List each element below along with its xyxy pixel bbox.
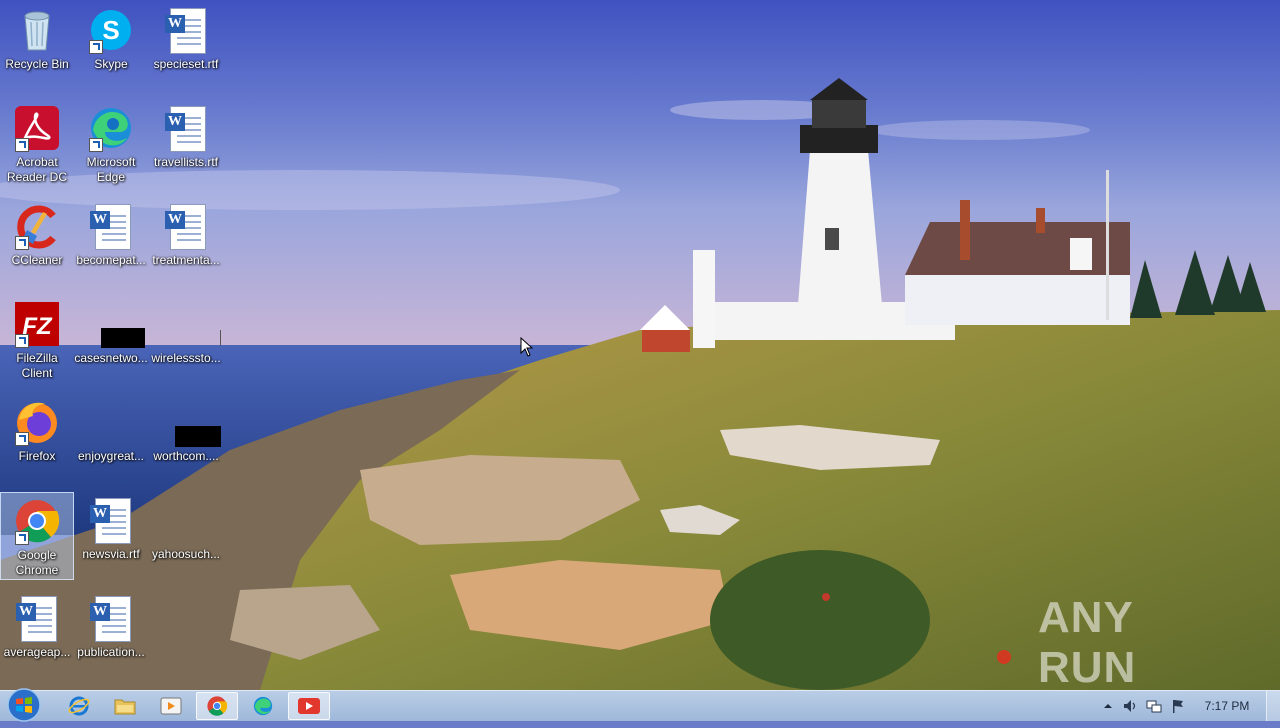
word-document-icon: W: [162, 104, 210, 152]
show-desktop-button[interactable]: [1266, 691, 1280, 721]
filezilla-icon: FZ: [13, 300, 61, 348]
internet-explorer-icon: [68, 696, 90, 716]
taskbar: 7:17 PM: [0, 687, 1280, 723]
desktop-icon-label: becomepat...: [76, 253, 146, 267]
desktop-icon-label: Google Chrome: [15, 548, 59, 577]
show-hidden-icons-icon[interactable]: [1100, 698, 1116, 714]
file-icon: [87, 398, 135, 446]
taskbar-clock[interactable]: 7:17 PM: [1196, 699, 1258, 713]
desktop-icon-label: travellists.rtf: [153, 155, 218, 169]
taskbar-chrome[interactable]: [196, 692, 238, 720]
recycle-bin-icon: [13, 6, 61, 54]
travellists-file[interactable]: W travellists.rtf: [149, 100, 223, 188]
windows-logo-icon: [7, 688, 41, 722]
shortcut-arrow-icon: [15, 432, 29, 446]
edge-icon: [87, 104, 135, 152]
google-chrome-shortcut[interactable]: Google Chrome: [0, 492, 74, 580]
taskbar-anyrun[interactable]: [288, 692, 330, 720]
desktop-icon-label: CCleaner: [11, 253, 63, 267]
taskbar-media-player[interactable]: [150, 692, 192, 720]
taskbar-file-explorer[interactable]: [104, 692, 146, 720]
publication-file[interactable]: W publication...: [74, 590, 148, 678]
desktop-icon-label: Skype: [94, 57, 128, 71]
ccleaner-shortcut[interactable]: CCleaner: [0, 198, 74, 286]
skype-icon: S: [87, 6, 135, 54]
file-explorer-icon: [114, 699, 136, 715]
start-button[interactable]: [4, 687, 44, 723]
desktop-icon-label: yahoosuch...: [151, 547, 221, 561]
desktop-icon-label: specieset.rtf: [153, 57, 219, 71]
desktop-icon-label: enjoygreat...: [77, 449, 145, 463]
skype-shortcut[interactable]: S Skype: [74, 2, 148, 90]
acrobat-reader-shortcut[interactable]: Acrobat Reader DC: [0, 100, 74, 188]
shortcut-arrow-icon: [15, 138, 29, 152]
word-document-icon: W: [87, 594, 135, 642]
desktop-icon-label: FileZilla Client: [16, 351, 58, 380]
word-document-icon: W: [87, 496, 135, 544]
yahoosuch-file[interactable]: yahoosuch...: [149, 492, 223, 580]
chrome-icon: [13, 497, 61, 545]
mouse-cursor-icon: [520, 337, 534, 357]
desktop-icon-label: worthcom....: [153, 449, 219, 463]
anyrun-icon: [298, 698, 320, 714]
shortcut-arrow-icon: [89, 138, 103, 152]
desktop-icon-label: Microsoft Edge: [86, 155, 136, 184]
wirelesssto-file[interactable]: wirelesssto...: [149, 296, 223, 384]
averageap-file[interactable]: W averageap...: [0, 590, 74, 678]
treatmenta-file[interactable]: W treatmenta...: [149, 198, 223, 286]
enjoygreat-file[interactable]: enjoygreat...: [74, 394, 148, 482]
desktop-icon-label: Acrobat Reader DC: [6, 155, 68, 184]
shortcut-arrow-icon: [89, 40, 103, 54]
shortcut-arrow-icon: [15, 334, 29, 348]
desktop-icon-label: Recycle Bin: [5, 57, 69, 71]
taskbar-internet-explorer[interactable]: [58, 692, 100, 720]
shortcut-arrow-icon: [15, 531, 29, 545]
chrome-icon: [207, 696, 228, 716]
word-document-icon: W: [13, 594, 61, 642]
volume-icon[interactable]: [1122, 698, 1138, 714]
filezilla-shortcut[interactable]: FZ FileZilla Client: [0, 296, 74, 384]
word-document-icon: W: [162, 202, 210, 250]
shortcut-arrow-icon: [15, 236, 29, 250]
desktop-icon-label: newsvia.rtf: [82, 547, 140, 561]
action-center-flag-icon[interactable]: [1170, 698, 1186, 714]
firefox-icon: [13, 398, 61, 446]
firefox-shortcut[interactable]: Firefox: [0, 394, 74, 482]
ccleaner-icon: [13, 202, 61, 250]
desktop-icon-label: averageap...: [3, 645, 71, 659]
microsoft-edge-shortcut[interactable]: Microsoft Edge: [74, 100, 148, 188]
casesnetwo-file[interactable]: casesnetwo...: [74, 296, 148, 384]
specieset-file[interactable]: W specieset.rtf: [149, 2, 223, 90]
edge-icon: [253, 696, 273, 716]
acrobat-reader-icon: [13, 104, 61, 152]
anyrun-watermark: ANY RUN: [1038, 593, 1137, 692]
desktop-icon-label: casesnetwo...: [74, 351, 148, 365]
file-icon: [162, 398, 221, 447]
file-icon: [87, 300, 145, 348]
newsvia-file[interactable]: W newsvia.rtf: [74, 492, 148, 580]
recycle-bin-icon-shortcut[interactable]: Recycle Bin: [0, 2, 74, 90]
desktop-icon-label: Firefox: [18, 449, 56, 463]
taskbar-edge[interactable]: [242, 692, 284, 720]
file-icon: [162, 300, 221, 348]
word-document-icon: W: [87, 202, 135, 250]
media-player-icon: [160, 697, 182, 715]
desktop-icon-label: publication...: [77, 645, 145, 659]
file-icon: [162, 496, 210, 544]
word-document-icon: W: [162, 6, 210, 54]
svg-text:S: S: [102, 15, 119, 45]
becomepat-file[interactable]: W becomepat...: [74, 198, 148, 286]
worthcom-file[interactable]: worthcom....: [149, 394, 223, 482]
desktop-icon-label: wirelesssto...: [151, 351, 221, 365]
network-icon[interactable]: [1146, 698, 1162, 714]
desktop-icon-label: treatmenta...: [152, 253, 220, 267]
